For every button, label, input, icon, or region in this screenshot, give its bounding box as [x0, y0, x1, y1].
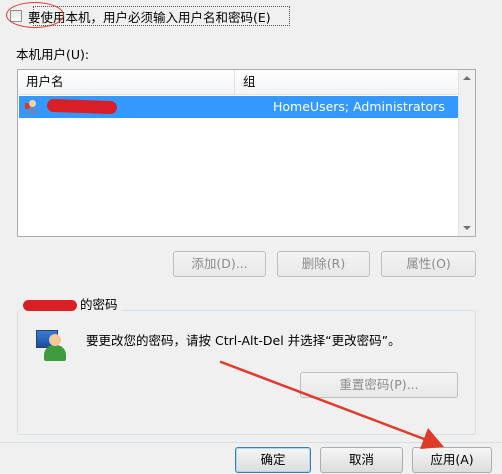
reset-password-button[interactable]: 重置密码(P)...: [300, 372, 458, 398]
users-section-label: 本机用户(U):: [16, 47, 90, 62]
username-cell: [45, 96, 255, 118]
scroll-up-icon[interactable]: [463, 76, 471, 80]
group-cell: HomeUsers; Administrators: [273, 99, 445, 114]
user-accounts-dialog: 要使用本机，用户必须输入用户名和密码(E) 本机用户(U): 用户名 组 Hom…: [0, 0, 502, 474]
column-header-group[interactable]: 组: [235, 70, 459, 94]
change-password-message: 要更改您的密码，请按 Ctrl-Alt-Del 并选择“更改密码”。: [86, 333, 401, 348]
button-bar-divider: [0, 442, 502, 443]
properties-button[interactable]: 属性(O): [381, 251, 476, 277]
scroll-down-icon[interactable]: [463, 226, 471, 230]
vertical-scrollbar[interactable]: [458, 70, 475, 236]
list-header: 用户名 组: [18, 70, 459, 95]
apply-button[interactable]: 应用(A): [412, 447, 492, 473]
user-icon: [25, 99, 41, 115]
remove-user-button[interactable]: 删除(R): [277, 251, 370, 277]
redaction-mark: [46, 98, 118, 115]
add-user-button[interactable]: 添加(D)...: [173, 251, 266, 277]
password-group-title: 的密码: [20, 296, 121, 314]
column-header-username[interactable]: 用户名: [18, 70, 235, 94]
cancel-button[interactable]: 取消: [320, 447, 403, 473]
require-password-checkbox[interactable]: [10, 10, 22, 22]
list-row[interactable]: HomeUsers; Administrators: [19, 96, 459, 118]
require-password-label[interactable]: 要使用本机，用户必须输入用户名和密码(E): [28, 7, 271, 26]
user-list[interactable]: 用户名 组 HomeUsers; Administrators: [17, 69, 476, 237]
require-password-checkbox-row[interactable]: 要使用本机，用户必须输入用户名和密码(E): [10, 6, 271, 26]
ok-button[interactable]: 确定: [235, 447, 311, 473]
redaction-mark: [23, 300, 77, 311]
user-password-icon: [36, 328, 70, 364]
password-title-text: 的密码: [80, 297, 118, 312]
